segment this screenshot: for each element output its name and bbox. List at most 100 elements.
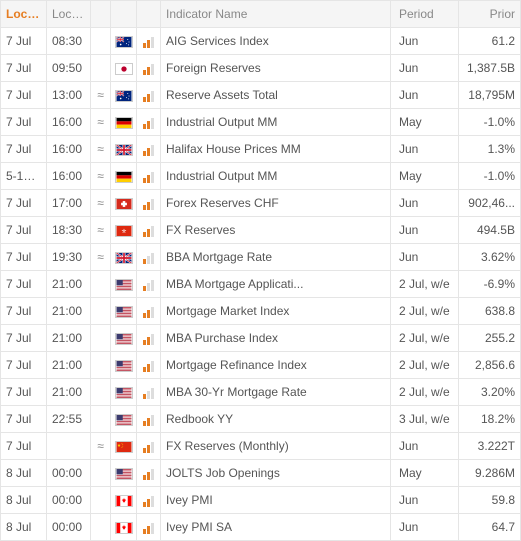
table-row[interactable]: 7 Jul21:00MBA 30-Yr Mortgage Rate2 Jul, … — [1, 379, 521, 406]
approx-icon: ≈ — [97, 115, 104, 129]
header-approx[interactable] — [91, 1, 111, 28]
cell-prior: 3.222T — [459, 433, 521, 460]
table-row[interactable]: 8 Jul00:00Ivey PMI SAJun64.7 — [1, 514, 521, 541]
cell-date: 7 Jul — [1, 352, 47, 379]
cell-date: 7 Jul — [1, 271, 47, 298]
flag-de-icon — [115, 117, 133, 129]
cell-time: 00:00 — [47, 514, 91, 541]
cell-prior: 18,795M — [459, 82, 521, 109]
impact-bars-icon — [143, 414, 154, 426]
cell-date: 7 Jul — [1, 28, 47, 55]
cell-approx — [91, 55, 111, 82]
flag-gb-icon — [115, 144, 133, 156]
table-row[interactable]: 8 Jul00:00JOLTS Job OpeningsMay9.286M — [1, 460, 521, 487]
table-row[interactable]: 7 Jul09:50Foreign ReservesJun1,387.5B — [1, 55, 521, 82]
cell-impact — [137, 190, 161, 217]
cell-name: Reserve Assets Total — [161, 82, 391, 109]
table-row[interactable]: 7 Jul21:00MBA Mortgage Applicati...2 Jul… — [1, 271, 521, 298]
table-row[interactable]: 8 Jul00:00Ivey PMIJun59.8 — [1, 487, 521, 514]
impact-bars-icon — [143, 360, 154, 372]
cell-country — [111, 325, 137, 352]
table-row[interactable]: 7 Jul22:55Redbook YY3 Jul, w/e18.2% — [1, 406, 521, 433]
cell-date: 5-12 Jul — [1, 163, 47, 190]
header-date-label: Local Date — [6, 7, 47, 21]
header-period[interactable]: Period — [391, 1, 459, 28]
flag-us-icon — [115, 279, 133, 291]
cell-date: 7 Jul — [1, 190, 47, 217]
cell-period: Jun — [391, 433, 459, 460]
table-row[interactable]: 7 Jul16:00≈Halifax House Prices MMJun1.3… — [1, 136, 521, 163]
impact-bars-icon — [143, 90, 154, 102]
cell-approx: ≈ — [91, 109, 111, 136]
table-row[interactable]: 7 Jul21:00Mortgage Refinance Index2 Jul,… — [1, 352, 521, 379]
table-row[interactable]: 7 Jul≈FX Reserves (Monthly)Jun3.222T — [1, 433, 521, 460]
cell-name: Ivey PMI — [161, 487, 391, 514]
cell-prior: 1,387.5B — [459, 55, 521, 82]
cell-prior: 1.3% — [459, 136, 521, 163]
cell-period: Jun — [391, 217, 459, 244]
cell-period: Jun — [391, 190, 459, 217]
header-time[interactable]: Local Time — [47, 1, 91, 28]
cell-approx: ≈ — [91, 82, 111, 109]
header-name[interactable]: Indicator Name — [161, 1, 391, 28]
header-country[interactable] — [111, 1, 137, 28]
cell-name: AIG Services Index — [161, 28, 391, 55]
cell-name: Redbook YY — [161, 406, 391, 433]
cell-date: 7 Jul — [1, 244, 47, 271]
cell-approx: ≈ — [91, 244, 111, 271]
header-date[interactable]: Local Date▲ — [1, 1, 47, 28]
table-row[interactable]: 7 Jul21:00MBA Purchase Index2 Jul, w/e25… — [1, 325, 521, 352]
cell-date: 7 Jul — [1, 379, 47, 406]
impact-bars-icon — [143, 522, 154, 534]
table-row[interactable]: 7 Jul13:00≈Reserve Assets TotalJun18,795… — [1, 82, 521, 109]
cell-period: May — [391, 109, 459, 136]
cell-period: Jun — [391, 487, 459, 514]
cell-impact — [137, 136, 161, 163]
cell-country — [111, 163, 137, 190]
impact-bars-icon — [143, 144, 154, 156]
table-row[interactable]: 5-12 Jul16:00≈Industrial Output MMMay-1.… — [1, 163, 521, 190]
cell-country — [111, 109, 137, 136]
table-row[interactable]: 7 Jul08:30AIG Services IndexJun61.2 — [1, 28, 521, 55]
cell-approx — [91, 325, 111, 352]
table-row[interactable]: 7 Jul18:30≈FX ReservesJun494.5B — [1, 217, 521, 244]
cell-prior: -1.0% — [459, 109, 521, 136]
approx-icon: ≈ — [97, 250, 104, 264]
approx-icon: ≈ — [97, 439, 104, 453]
cell-period: 3 Jul, w/e — [391, 406, 459, 433]
impact-bars-icon — [143, 306, 154, 318]
cell-approx — [91, 298, 111, 325]
cell-country — [111, 487, 137, 514]
cell-impact — [137, 487, 161, 514]
flag-hk-icon — [115, 225, 133, 237]
approx-icon: ≈ — [97, 142, 104, 156]
flag-ca-icon — [115, 495, 133, 507]
cell-time: 21:00 — [47, 325, 91, 352]
cell-time: 09:50 — [47, 55, 91, 82]
cell-prior: 9.286M — [459, 460, 521, 487]
header-prior[interactable]: Prior — [459, 1, 521, 28]
cell-date: 7 Jul — [1, 136, 47, 163]
table-row[interactable]: 7 Jul19:30≈BBA Mortgage RateJun3.62% — [1, 244, 521, 271]
cell-name: Forex Reserves CHF — [161, 190, 391, 217]
cell-approx — [91, 352, 111, 379]
impact-bars-icon — [143, 468, 154, 480]
flag-us-icon — [115, 387, 133, 399]
header-impact[interactable] — [137, 1, 161, 28]
cell-date: 8 Jul — [1, 487, 47, 514]
cell-time: 16:00 — [47, 163, 91, 190]
table-row[interactable]: 7 Jul16:00≈Industrial Output MMMay-1.0% — [1, 109, 521, 136]
flag-us-icon — [115, 414, 133, 426]
cell-date: 7 Jul — [1, 109, 47, 136]
cell-impact — [137, 244, 161, 271]
table-row[interactable]: 7 Jul21:00Mortgage Market Index2 Jul, w/… — [1, 298, 521, 325]
cell-date: 7 Jul — [1, 325, 47, 352]
impact-bars-icon — [143, 171, 154, 183]
table-row[interactable]: 7 Jul17:00≈Forex Reserves CHFJun902,46..… — [1, 190, 521, 217]
flag-us-icon — [115, 306, 133, 318]
cell-name: Industrial Output MM — [161, 163, 391, 190]
cell-time: 18:30 — [47, 217, 91, 244]
cell-time: 17:00 — [47, 190, 91, 217]
impact-bars-icon — [143, 36, 154, 48]
cell-prior: 61.2 — [459, 28, 521, 55]
